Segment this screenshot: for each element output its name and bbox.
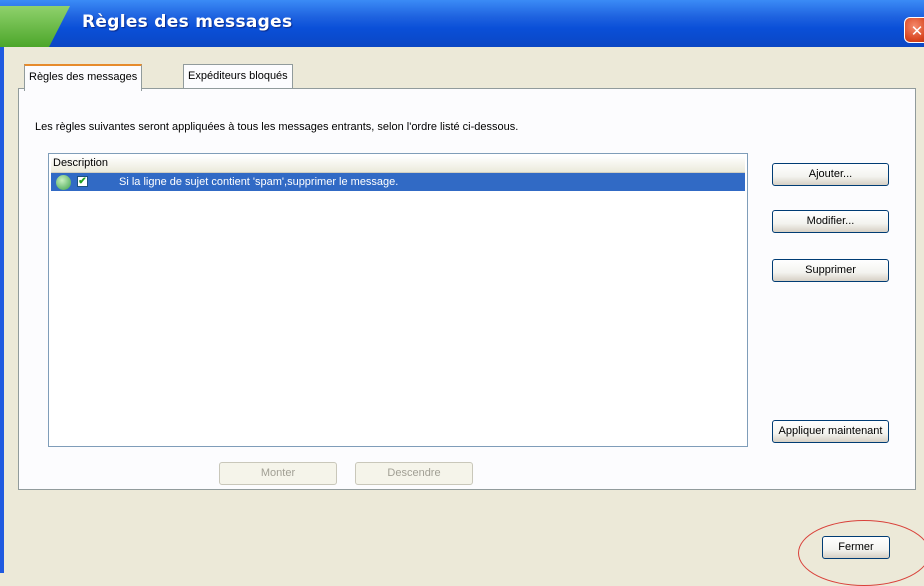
tab-label: Expéditeurs bloqués: [188, 70, 288, 82]
modify-button-label: Modifier...: [806, 215, 855, 227]
apply-now-button-label: Appliquer maintenant: [778, 425, 883, 437]
rules-list[interactable]: Description ✔ Si la ligne de sujet conti…: [48, 153, 748, 447]
rule-icon: [56, 175, 71, 190]
add-button[interactable]: Ajouter...: [772, 163, 889, 186]
close-button[interactable]: Fermer: [822, 536, 890, 559]
close-button-label: Fermer: [838, 541, 874, 553]
intro-text: Les règles suivantes seront appliquées à…: [35, 121, 519, 133]
add-button-label: Ajouter...: [808, 168, 853, 180]
rule-description: Si la ligne de sujet contient 'spam',sup…: [119, 176, 399, 188]
move-up-button-label: Monter: [260, 467, 296, 479]
move-down-button-label: Descendre: [387, 467, 441, 479]
apply-now-button[interactable]: Appliquer maintenant: [772, 420, 889, 443]
delete-button-label: Supprimer: [805, 264, 856, 276]
column-header-label: Description: [53, 157, 109, 169]
tab-label: Règles des messages: [29, 71, 138, 83]
tab-message-rules[interactable]: Règles des messages: [24, 64, 143, 91]
modify-button[interactable]: Modifier...: [772, 210, 889, 233]
rule-enabled-checkbox[interactable]: ✔: [77, 176, 88, 187]
window-frame-left: [0, 47, 4, 573]
column-header-description[interactable]: Description: [51, 156, 745, 173]
move-up-button[interactable]: Monter: [219, 462, 337, 485]
rule-row[interactable]: ✔ Si la ligne de sujet contient 'spam',s…: [51, 173, 745, 191]
tab-blocked-senders[interactable]: Expéditeurs bloqués: [183, 64, 293, 88]
close-window-button[interactable]: ✕: [904, 17, 924, 43]
title-bar[interactable]: Règles des messages ✕: [0, 0, 924, 47]
window-title: Règles des messages: [82, 12, 293, 32]
close-icon: ✕: [910, 22, 924, 40]
title-bar-accent: [0, 6, 70, 47]
delete-button[interactable]: Supprimer: [772, 259, 889, 282]
check-icon: ✔: [78, 176, 87, 187]
move-down-button[interactable]: Descendre: [355, 462, 473, 485]
